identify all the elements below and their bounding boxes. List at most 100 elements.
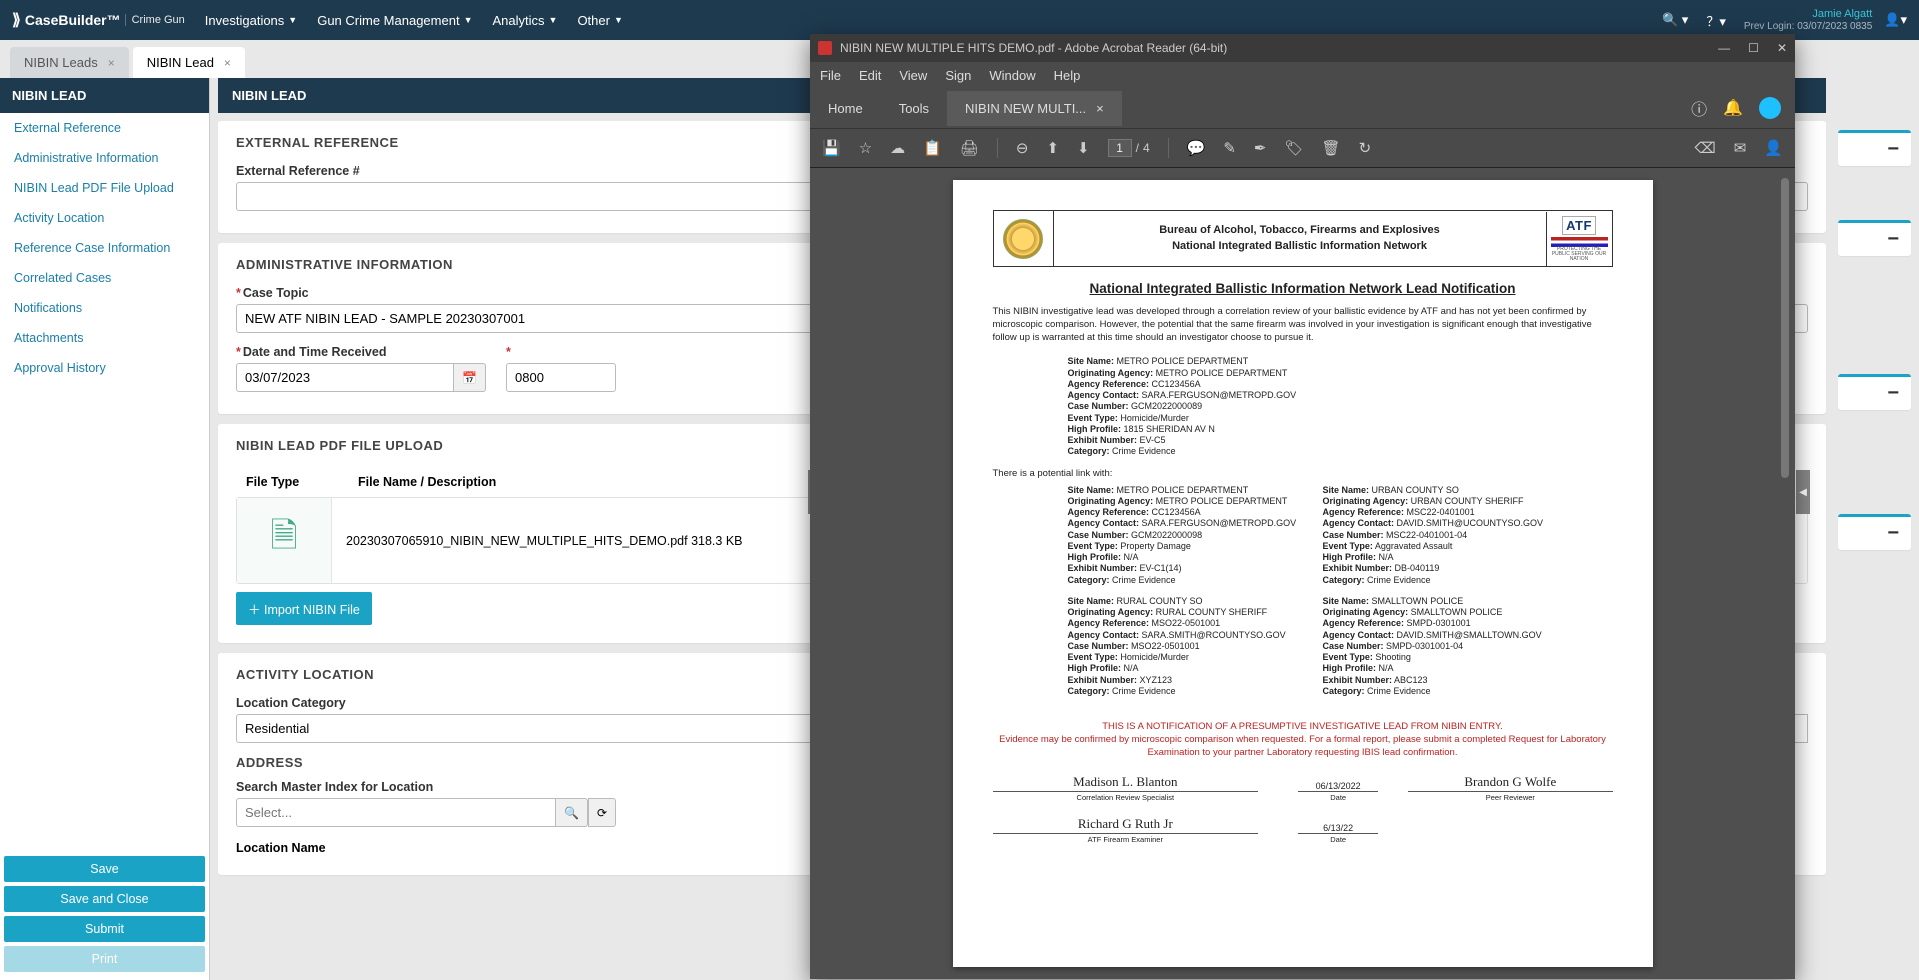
expand-left-handle[interactable]: ◀ [1796,470,1810,514]
save-icon[interactable]: 💾 [822,139,841,157]
clipboard-icon[interactable]: 📋 [923,139,942,157]
sign-icon[interactable]: ✒ [1254,139,1267,157]
nav-other[interactable]: Other▼ [577,13,622,28]
stamp-icon[interactable]: 🏷 [1284,139,1303,157]
doj-seal-icon [994,211,1054,266]
caret-down-icon: ▼ [288,15,297,25]
save-button[interactable]: Save [4,856,205,882]
pdf-file-icon: 🗎 [237,498,332,583]
delete-icon[interactable]: 🗑 [1322,139,1341,157]
menu-edit[interactable]: Edit [859,68,881,83]
date-received-input[interactable] [236,363,454,392]
menu-view[interactable]: View [899,68,927,83]
close-icon[interactable]: × [224,56,231,70]
search-location-label: Search Master Index for Location [236,780,616,794]
menu-window[interactable]: Window [989,68,1035,83]
bell-icon[interactable]: 🔔 [1723,98,1743,118]
atf-logo: ATF PROTECTING THE PUBLIC SERVING OUR NA… [1546,212,1612,266]
doc-link-block: Site Name: SMALLTOWN POLICEOriginating A… [1323,596,1613,697]
sidebar-correlated-cases[interactable]: Correlated Cases [0,263,209,293]
doc-link-block: Site Name: METRO POLICE DEPARTMENTOrigin… [1068,485,1303,586]
sidebar-notifications[interactable]: Notifications [0,293,209,323]
sidebar-approval-history[interactable]: Approval History [0,353,209,383]
tab-nibin-leads[interactable]: NIBIN Leads× [10,47,129,78]
sidebar-attachments[interactable]: Attachments [0,323,209,353]
accordion-toggle[interactable]: − [1838,220,1911,256]
search-icon[interactable]: 🔍 [556,798,588,827]
star-icon[interactable]: ☆ [859,139,872,157]
menu-sign[interactable]: Sign [945,68,971,83]
help-icon[interactable]: ？▾ [1706,11,1726,30]
sidebar-title: NIBIN LEAD [0,78,209,113]
brand-subtitle: Crime Gun [125,14,185,26]
right-accordion-column: − − − − [1834,78,1919,980]
page-up-icon[interactable]: ⬆ [1046,139,1059,157]
comment-icon[interactable]: 💬 [1187,139,1206,157]
acrobat-page-viewport[interactable]: Bureau of Alcohol, Tobacco, Firearms and… [810,168,1795,979]
import-nibin-button[interactable]: ＋ Import NIBIN File [236,592,372,625]
close-icon[interactable]: ✕ [1777,41,1787,55]
acrobat-doc-tab[interactable]: NIBIN NEW MULTI...× [947,91,1122,126]
nav-analytics[interactable]: Analytics▼ [492,13,557,28]
window-title: NIBIN NEW MULTIPLE HITS DEMO.pdf - Adobe… [840,41,1227,55]
accordion-toggle[interactable]: − [1838,374,1911,410]
people-icon[interactable]: 👤 [1764,139,1783,157]
scrollbar[interactable] [1781,178,1789,478]
menu-file[interactable]: File [820,68,841,83]
close-icon[interactable]: × [108,56,115,70]
account-avatar[interactable] [1759,97,1781,119]
print-button[interactable]: Print [4,946,205,972]
user-name[interactable]: Jamie Algatt [1744,8,1872,20]
acrobat-tools-tab[interactable]: Tools [881,91,947,126]
user-menu-icon[interactable]: 👤▾ [1884,12,1907,28]
nav-investigations[interactable]: Investigations▼ [205,13,297,28]
cloud-upload-icon[interactable]: ☁ [890,139,905,157]
acrobat-titlebar[interactable]: NIBIN NEW MULTIPLE HITS DEMO.pdf - Adobe… [810,34,1795,62]
caret-down-icon: ▼ [614,15,623,25]
brand-tm: ™ [107,12,121,28]
close-icon[interactable]: × [1096,101,1104,116]
save-close-button[interactable]: Save and Close [4,886,205,912]
search-location-input[interactable] [236,798,556,827]
time-received-input[interactable] [506,363,616,392]
page-number-input[interactable] [1108,139,1132,157]
acrobat-reader-window: NIBIN NEW MULTIPLE HITS DEMO.pdf - Adobe… [810,34,1795,979]
signature-row: Richard G Ruth Jr ATF Firearm Examiner 6… [993,816,1613,844]
search-icon[interactable]: 🔍 ▾ [1662,12,1688,28]
caret-down-icon: ▼ [464,15,473,25]
left-sidebar: NIBIN LEAD External Reference Administra… [0,78,210,980]
doc-link-block: Site Name: RURAL COUNTY SOOriginating Ag… [1068,596,1303,697]
minimize-icon[interactable]: — [1718,41,1730,55]
sidebar-external-reference[interactable]: External Reference [0,113,209,143]
rotate-icon[interactable]: ↻ [1359,139,1372,157]
refresh-icon[interactable]: ⟳ [588,798,616,827]
pdf-app-icon [818,41,832,55]
nav-gun-crime[interactable]: Gun Crime Management▼ [317,13,472,28]
caret-down-icon: ▼ [549,15,558,25]
pdf-page: Bureau of Alcohol, Tobacco, Firearms and… [953,180,1653,967]
highlight-icon[interactable]: ✎ [1223,139,1236,157]
sidebar-activity-location[interactable]: Activity Location [0,203,209,233]
sidebar-pdf-upload[interactable]: NIBIN Lead PDF File Upload [0,173,209,203]
acrobat-toolbar: 💾 ☆ ☁ 📋 🖨 ⊖ ⬆ ⬇ /4 💬 ✎ ✒ 🏷 🗑 ↻ ⌫ ✉ 👤 [810,128,1795,168]
menu-help[interactable]: Help [1054,68,1081,83]
page-indicator: /4 [1108,139,1150,157]
zoom-out-icon[interactable]: ⊖ [1016,139,1029,157]
print-icon[interactable]: 🖨 [960,139,979,157]
maximize-icon[interactable]: ☐ [1748,41,1759,55]
accordion-toggle[interactable]: − [1838,130,1911,166]
sidebar-admin-info[interactable]: Administrative Information [0,143,209,173]
accordion-toggle[interactable]: − [1838,514,1911,550]
page-down-icon[interactable]: ⬇ [1077,139,1090,157]
sidebar-reference-case[interactable]: Reference Case Information [0,233,209,263]
submit-button[interactable]: Submit [4,916,205,942]
email-icon[interactable]: ✉ [1734,139,1747,157]
acrobat-home-tab[interactable]: Home [810,91,881,126]
tab-nibin-lead[interactable]: NIBIN Lead× [133,47,245,78]
doc-header-text: Bureau of Alcohol, Tobacco, Firearms and… [1054,217,1546,260]
help-icon[interactable]: ⓘ [1691,96,1707,120]
app-logo: ⟫ CaseBuilder™ Crime Gun [12,10,185,30]
calendar-icon[interactable]: 📅 [454,363,486,392]
erase-icon[interactable]: ⌫ [1695,139,1716,157]
acrobat-menubar: File Edit View Sign Window Help [810,62,1795,88]
